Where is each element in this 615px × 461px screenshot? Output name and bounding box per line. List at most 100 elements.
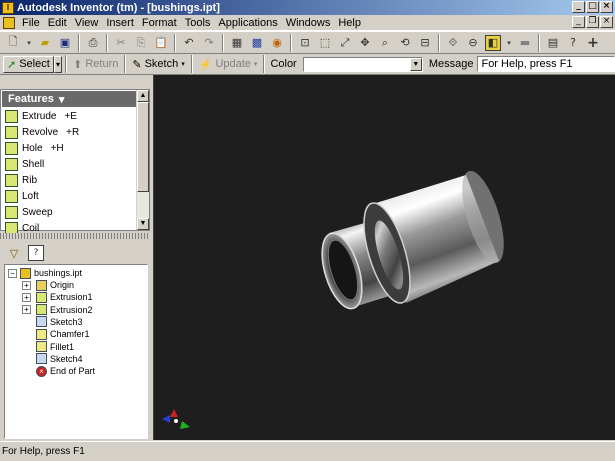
expand-icon[interactable]: + bbox=[22, 292, 31, 302]
revolve-icon bbox=[5, 125, 18, 139]
return-button[interactable]: ⬆ Return bbox=[70, 56, 121, 73]
feature-label: Shell bbox=[22, 158, 45, 170]
scroll-thumb[interactable] bbox=[137, 102, 149, 192]
menu-windows[interactable]: Windows bbox=[282, 17, 335, 29]
camera-icon[interactable]: ⊖ bbox=[465, 35, 481, 51]
sketch-dropdown-icon[interactable]: ▾ bbox=[181, 60, 185, 68]
feature-revolve[interactable]: Revolve +R bbox=[1, 124, 137, 140]
doc-close-button[interactable]: × bbox=[600, 16, 613, 28]
pan-icon[interactable]: ✥ bbox=[357, 35, 373, 51]
browser-node[interactable]: Sketch3 bbox=[36, 316, 83, 328]
inventor-app-icon[interactable]: I bbox=[2, 1, 14, 14]
menu-bar: File Edit View Insert Format Tools Appli… bbox=[0, 15, 615, 31]
extrude-icon bbox=[36, 291, 47, 303]
cut-icon[interactable]: ✂ bbox=[113, 35, 129, 51]
sketch-button[interactable]: ✎ Sketch ▾ bbox=[129, 56, 187, 73]
menu-file[interactable]: File bbox=[18, 17, 44, 29]
color-select[interactable]: ▼ bbox=[302, 56, 423, 72]
update-button[interactable]: ⚡ Update ▾ bbox=[196, 56, 261, 73]
browser-help-icon[interactable]: ? bbox=[28, 245, 44, 261]
message-label: Message bbox=[428, 58, 474, 70]
zoom-icon[interactable]: ⤢ bbox=[337, 35, 353, 51]
add-icon[interactable]: + bbox=[585, 35, 601, 51]
menu-format[interactable]: Format bbox=[138, 17, 181, 29]
zoom-window-icon[interactable]: ⬚ bbox=[317, 35, 333, 51]
display-mode-icon[interactable]: ◧ bbox=[485, 34, 501, 51]
feature-sweep[interactable]: Sweep bbox=[1, 204, 137, 220]
browser-node[interactable]: Chamfer1 bbox=[36, 328, 90, 340]
ground-shadow-icon[interactable]: ▬ bbox=[517, 35, 533, 51]
menu-applications[interactable]: Applications bbox=[214, 17, 281, 29]
zoom-all-icon[interactable]: ⊡ bbox=[297, 35, 313, 51]
feature-shell[interactable]: Shell bbox=[1, 156, 137, 172]
color-dropdown-icon[interactable]: ▼ bbox=[409, 57, 422, 71]
help-icon[interactable]: ? bbox=[565, 35, 581, 51]
browser-root[interactable]: − bushings.ipt bbox=[8, 267, 82, 279]
scroll-up-icon[interactable]: ▲ bbox=[137, 90, 149, 102]
open-folder-icon[interactable]: ▰ bbox=[37, 35, 53, 51]
panel-splitter[interactable] bbox=[0, 233, 150, 239]
maximize-button[interactable]: □ bbox=[586, 1, 599, 13]
filter-icon[interactable]: ▽ bbox=[6, 245, 22, 261]
browser-node-label: Sketch3 bbox=[50, 316, 83, 327]
browser-node[interactable]: Fillet1 bbox=[36, 341, 74, 353]
standard-toolbar: 🗋 ▾ ▰ ▣ ⎙ ✂ ⎘ 📋 ↶ ↷ ▦ ▩ ◉ ⊡ ⬚ ⤢ ✥ ⌕ ⟲ ⊟ … bbox=[0, 31, 615, 54]
sketch-icon bbox=[36, 353, 47, 365]
browser-node[interactable]: Sketch4 bbox=[36, 353, 83, 365]
feature-extrude[interactable]: Extrude +E bbox=[1, 108, 137, 124]
properties-icon[interactable]: ◉ bbox=[269, 35, 285, 51]
graphics-viewport[interactable] bbox=[153, 75, 615, 440]
calculator-icon[interactable]: ▤ bbox=[545, 35, 561, 51]
feature-rib[interactable]: Rib bbox=[1, 172, 137, 188]
close-button[interactable]: × bbox=[600, 1, 613, 13]
update-dropdown-icon[interactable]: ▾ bbox=[254, 60, 258, 68]
browser-node[interactable]: Extrusion1 bbox=[36, 291, 93, 303]
color-style-icon[interactable]: ▩ bbox=[249, 35, 265, 51]
menu-insert[interactable]: Insert bbox=[102, 17, 138, 29]
expand-icon[interactable]: + bbox=[22, 305, 31, 315]
select-dropdown-icon[interactable]: ▾ bbox=[53, 55, 63, 73]
features-panel-title[interactable]: Features ▾ bbox=[2, 91, 138, 107]
rotate-icon[interactable]: ⟲ bbox=[397, 35, 413, 51]
panel-header-strip bbox=[0, 75, 150, 89]
document-icon[interactable] bbox=[3, 16, 15, 29]
menu-view[interactable]: View bbox=[71, 17, 103, 29]
select-button[interactable]: ➚ Select bbox=[3, 55, 54, 73]
browser-node[interactable]: Extrusion2 bbox=[36, 304, 93, 316]
update-lightning-icon: ⚡ bbox=[198, 58, 213, 71]
browser-node-label: Sketch4 bbox=[50, 353, 83, 364]
new-file-icon[interactable]: 🗋 bbox=[5, 35, 21, 51]
menu-tools[interactable]: Tools bbox=[181, 17, 215, 29]
look-at-icon[interactable]: ⊟ bbox=[417, 35, 433, 51]
feature-label: Loft bbox=[22, 190, 39, 202]
display-mode-dropdown-icon[interactable]: ▾ bbox=[505, 35, 513, 51]
isometric-view-icon[interactable]: ⟐ bbox=[445, 35, 461, 51]
paste-icon[interactable]: 📋 bbox=[153, 35, 169, 51]
zoom-selected-icon[interactable]: ⌕ bbox=[377, 35, 393, 51]
parameters-icon[interactable]: ▦ bbox=[229, 35, 245, 51]
collapse-icon[interactable]: − bbox=[8, 268, 17, 278]
features-dropdown-icon: ▾ bbox=[58, 93, 65, 106]
feature-hole[interactable]: Hole +H bbox=[1, 140, 137, 156]
minimize-button[interactable]: _ bbox=[572, 1, 585, 13]
menu-help[interactable]: Help bbox=[334, 17, 365, 29]
redo-icon[interactable]: ↷ bbox=[201, 35, 217, 51]
expand-icon[interactable]: + bbox=[22, 280, 31, 290]
doc-restore-button[interactable]: ❐ bbox=[586, 16, 599, 28]
menu-edit[interactable]: Edit bbox=[44, 17, 71, 29]
browser-node-label: Extrusion1 bbox=[50, 292, 93, 303]
save-icon[interactable]: ▣ bbox=[57, 35, 73, 51]
browser-node[interactable]: Origin bbox=[36, 279, 74, 291]
end-of-part-icon: × bbox=[36, 365, 47, 377]
scroll-down-icon[interactable]: ▼ bbox=[137, 218, 149, 230]
new-dropdown-icon[interactable]: ▾ bbox=[25, 35, 33, 51]
feature-loft[interactable]: Loft bbox=[1, 188, 137, 204]
doc-minimize-button[interactable]: _ bbox=[572, 16, 585, 28]
print-icon[interactable]: ⎙ bbox=[85, 35, 101, 51]
extrude-icon bbox=[36, 304, 47, 316]
undo-icon[interactable]: ↶ bbox=[181, 35, 197, 51]
feature-label: Rib bbox=[22, 174, 38, 186]
copy-icon[interactable]: ⎘ bbox=[133, 35, 149, 51]
features-scrollbar[interactable]: ▲ ▼ bbox=[136, 90, 149, 230]
browser-node[interactable]: × End of Part bbox=[36, 365, 95, 377]
